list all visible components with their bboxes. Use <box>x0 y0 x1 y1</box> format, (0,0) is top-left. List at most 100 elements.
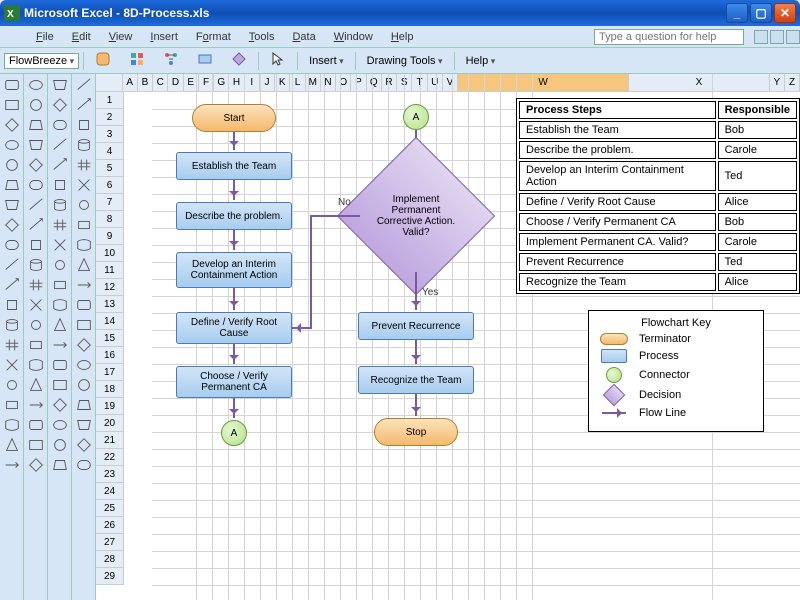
col-header-corner[interactable] <box>96 74 123 92</box>
menu-tools[interactable]: Tools <box>241 29 283 45</box>
subdoc-close[interactable] <box>786 30 800 44</box>
shape-tool-2-19[interactable] <box>50 456 70 474</box>
menu-data[interactable]: Data <box>284 29 323 45</box>
shape-tool-0-4[interactable] <box>2 156 22 174</box>
menu-edit[interactable]: Edit <box>64 29 99 45</box>
menu-help[interactable]: Help <box>383 29 422 45</box>
tb-icon-1[interactable] <box>88 48 118 73</box>
shape-tool-0-18[interactable] <box>2 436 22 454</box>
shape-tool-1-0[interactable] <box>26 76 46 94</box>
shape-tool-3-10[interactable] <box>74 276 94 294</box>
shape-start[interactable]: Start <box>192 104 276 132</box>
close-button[interactable]: ✕ <box>774 3 796 23</box>
tb-cursor-icon[interactable] <box>263 48 293 73</box>
shape-establish-team[interactable]: Establish the Team <box>176 152 292 180</box>
minimize-button[interactable]: _ <box>726 3 748 23</box>
shape-tool-2-5[interactable] <box>50 176 70 194</box>
shape-tool-0-3[interactable] <box>2 136 22 154</box>
shape-tool-2-4[interactable] <box>50 156 70 174</box>
shape-tool-0-19[interactable] <box>2 456 22 474</box>
shape-tool-0-6[interactable] <box>2 196 22 214</box>
shape-connector-a-top[interactable]: A <box>403 104 429 130</box>
shape-tool-3-12[interactable] <box>74 316 94 334</box>
shape-tool-0-13[interactable] <box>2 336 22 354</box>
col-header-W[interactable]: W <box>458 74 629 92</box>
shape-tool-0-0[interactable] <box>2 76 22 94</box>
col-header-Q[interactable]: Q <box>367 74 382 92</box>
shape-tool-0-14[interactable] <box>2 356 22 374</box>
col-header-Y[interactable]: Y <box>770 74 785 92</box>
col-header-R[interactable]: R <box>382 74 397 92</box>
shape-tool-1-6[interactable] <box>26 196 46 214</box>
col-header-N[interactable]: N <box>321 74 336 92</box>
process-table[interactable]: Process StepsResponsibleEstablish the Te… <box>516 98 800 294</box>
tb-icon-5[interactable] <box>224 48 254 73</box>
shape-tool-2-16[interactable] <box>50 396 70 414</box>
shape-tool-1-1[interactable] <box>26 96 46 114</box>
col-header-E[interactable]: E <box>184 74 199 92</box>
shape-tool-1-18[interactable] <box>26 436 46 454</box>
shape-tool-2-3[interactable] <box>50 136 70 154</box>
col-header-O[interactable]: O <box>336 74 351 92</box>
col-header-V[interactable]: V <box>443 74 458 92</box>
shape-recognize-team[interactable]: Recognize the Team <box>358 366 474 394</box>
shape-tool-2-6[interactable] <box>50 196 70 214</box>
shape-tool-1-4[interactable] <box>26 156 46 174</box>
col-header-I[interactable]: I <box>245 74 260 92</box>
shape-tool-1-7[interactable] <box>26 216 46 234</box>
shape-tool-0-2[interactable] <box>2 116 22 134</box>
shape-tool-1-15[interactable] <box>26 376 46 394</box>
shape-tool-2-14[interactable] <box>50 356 70 374</box>
spreadsheet-grid[interactable]: ABCDEFGHIJKLMNOPQRSTUVWXYZ 1234567891011… <box>96 74 800 600</box>
menu-file[interactable]: File <box>28 29 62 45</box>
shape-tool-1-19[interactable] <box>26 456 46 474</box>
table-row[interactable]: Develop an Interim Containment ActionTed <box>519 161 797 191</box>
shape-tool-3-18[interactable] <box>74 436 94 454</box>
menu-window[interactable]: Window <box>326 29 381 45</box>
shape-tool-1-2[interactable] <box>26 116 46 134</box>
shape-tool-2-13[interactable] <box>50 336 70 354</box>
shape-tool-2-10[interactable] <box>50 276 70 294</box>
shape-tool-0-12[interactable] <box>2 316 22 334</box>
menu-view[interactable]: View <box>101 29 141 45</box>
col-header-G[interactable]: G <box>214 74 229 92</box>
maximize-button[interactable]: ▢ <box>750 3 772 23</box>
shape-tool-0-9[interactable] <box>2 256 22 274</box>
subdoc-minimize[interactable] <box>754 30 768 44</box>
col-header-J[interactable]: J <box>260 74 275 92</box>
table-row[interactable]: Implement Permanent CA. Valid?Carole <box>519 233 797 251</box>
shape-tool-1-9[interactable] <box>26 256 46 274</box>
shape-tool-1-14[interactable] <box>26 356 46 374</box>
insert-menu[interactable]: Insert <box>302 52 351 70</box>
shape-tool-2-1[interactable] <box>50 96 70 114</box>
shape-tool-0-7[interactable] <box>2 216 22 234</box>
menu-insert[interactable]: Insert <box>142 29 186 45</box>
table-row[interactable]: Choose / Verify Permanent CABob <box>519 213 797 231</box>
col-header-P[interactable]: P <box>351 74 366 92</box>
shape-tool-2-17[interactable] <box>50 416 70 434</box>
shape-tool-0-11[interactable] <box>2 296 22 314</box>
help-search-input[interactable] <box>594 29 744 45</box>
shape-tool-3-7[interactable] <box>74 216 94 234</box>
shape-tool-2-11[interactable] <box>50 296 70 314</box>
table-row[interactable]: Prevent RecurrenceTed <box>519 253 797 271</box>
shape-tool-2-9[interactable] <box>50 256 70 274</box>
shape-tool-1-13[interactable] <box>26 336 46 354</box>
shape-tool-2-2[interactable] <box>50 116 70 134</box>
shape-tool-1-10[interactable] <box>26 276 46 294</box>
shape-tool-3-0[interactable] <box>74 76 94 94</box>
col-header-S[interactable]: S <box>397 74 412 92</box>
shape-tool-0-16[interactable] <box>2 396 22 414</box>
table-row[interactable]: Define / Verify Root CauseAlice <box>519 193 797 211</box>
col-header-L[interactable]: L <box>290 74 305 92</box>
shape-tool-3-13[interactable] <box>74 336 94 354</box>
shape-describe-problem[interactable]: Describe the problem. <box>176 202 292 230</box>
shape-tool-3-6[interactable] <box>74 196 94 214</box>
col-header-B[interactable]: B <box>138 74 153 92</box>
shape-tool-1-17[interactable] <box>26 416 46 434</box>
shape-tool-2-18[interactable] <box>50 436 70 454</box>
shape-stop[interactable]: Stop <box>374 418 458 446</box>
shape-tool-2-7[interactable] <box>50 216 70 234</box>
col-header-X[interactable]: X <box>629 74 770 92</box>
shape-tool-3-15[interactable] <box>74 376 94 394</box>
